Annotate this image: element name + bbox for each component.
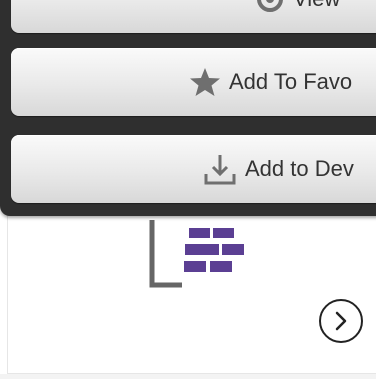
add-to-favorites-button[interactable]: Add To Favo [11,48,376,116]
view-button-label: View [293,0,340,12]
star-icon [189,67,221,97]
eye-icon [255,0,285,14]
download-icon [203,152,237,186]
view-button[interactable]: View [11,0,376,33]
add-to-device-button[interactable]: Add to Dev [11,135,376,203]
item-thumbnail [140,214,250,294]
chevron-right-icon [335,311,347,331]
bottom-strip [0,374,376,379]
brick-wall-icon [149,220,244,288]
page: View Add To Favo [0,0,376,379]
add-to-favorites-label: Add To Favo [229,69,353,94]
action-popover: View Add To Favo [0,0,376,216]
add-to-device-label: Add to Dev [245,156,354,181]
next-button[interactable] [319,299,363,343]
